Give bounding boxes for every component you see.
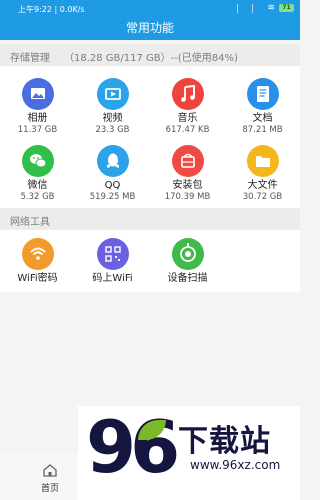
document-icon: [246, 78, 279, 110]
network-item-label: 码上WiFi: [92, 273, 133, 284]
photo-album-icon: [21, 78, 54, 110]
music-icon: [171, 78, 204, 110]
storage-item-size: 617.47 KB: [165, 125, 210, 135]
network-item-device-scan[interactable]: 设备扫描: [150, 238, 225, 285]
storage-item-videos[interactable]: 视频 23.3 GB: [75, 78, 150, 135]
signal-icon: [252, 3, 263, 13]
watermark-url: www.96xz.com: [190, 458, 281, 472]
storage-usage-summary: （18.28 GB/117 GB）--(已使用84%): [64, 53, 238, 64]
storage-item-label: QQ: [104, 180, 121, 191]
storage-grid: 相册 11.37 GB 视频 23.3 GB 音乐 617.47 KB 文档 8…: [0, 66, 300, 208]
nav-home-tab[interactable]: 首页: [30, 462, 70, 494]
wechat-icon: [21, 145, 54, 177]
storage-section-title: 存储管理: [10, 53, 50, 64]
storage-item-photos[interactable]: 相册 11.37 GB: [0, 78, 75, 135]
storage-item-label: 文档: [252, 113, 273, 124]
network-section-title: 网络工具: [10, 217, 50, 228]
status-icons: ≋ 71: [237, 3, 294, 13]
home-icon: [43, 464, 57, 477]
storage-item-music[interactable]: 音乐 617.47 KB: [150, 78, 225, 135]
storage-item-size: 23.3 GB: [95, 125, 130, 135]
network-item-wifi-password[interactable]: WiFi密码: [0, 238, 75, 285]
status-bar: 上午9:22 | 0.0K/s ≋ 71: [0, 0, 300, 18]
app-header: 上午9:22 | 0.0K/s ≋ 71 常用功能: [0, 0, 300, 40]
storage-item-qq[interactable]: QQ 519.25 MB: [75, 145, 150, 202]
storage-item-size: 170.39 MB: [164, 192, 211, 202]
network-item-label: 设备扫描: [167, 273, 208, 284]
watermark-number: 96: [86, 405, 180, 489]
storage-section-header: 存储管理 （18.28 GB/117 GB）--(已使用84%): [0, 44, 300, 66]
apk-package-icon: [171, 145, 204, 177]
storage-item-apk[interactable]: 安装包 170.39 MB: [150, 145, 225, 202]
device-scan-icon: [171, 238, 204, 270]
storage-item-size: 519.25 MB: [89, 192, 136, 202]
watermark-name: 下载站: [178, 424, 271, 459]
nav-home-label: 首页: [40, 484, 59, 494]
network-item-label: WiFi密码: [17, 273, 58, 284]
qq-icon: [96, 145, 129, 177]
wifi-status-icon: ≋: [267, 3, 275, 13]
folder-icon: [246, 145, 279, 177]
storage-item-size: 30.72 GB: [242, 192, 283, 202]
network-grid: WiFi密码 码上WiFi 设备扫描: [0, 230, 300, 292]
storage-item-label: 视频: [102, 113, 123, 124]
wifi-password-icon: [21, 238, 54, 270]
watermark-logo: 96 下载站 www.96xz.com: [78, 406, 300, 500]
video-icon: [96, 78, 129, 110]
signal-icon: [237, 3, 248, 13]
storage-item-size: 87.21 MB: [242, 125, 283, 135]
network-section-header: 网络工具: [0, 208, 300, 230]
storage-item-label: 大文件: [247, 180, 278, 191]
page-title: 常用功能: [125, 21, 174, 35]
storage-item-large-files[interactable]: 大文件 30.72 GB: [225, 145, 300, 202]
storage-item-label: 安装包: [172, 180, 203, 191]
battery-icon: 71: [279, 4, 294, 12]
storage-item-label: 音乐: [177, 113, 198, 124]
storage-item-size: 11.37 GB: [17, 125, 58, 135]
storage-item-label: 微信: [27, 180, 48, 191]
qr-code-icon: [96, 238, 129, 270]
storage-item-size: 5.32 GB: [20, 192, 55, 202]
status-time-speed: 上午9:22 | 0.0K/s: [18, 5, 85, 14]
storage-item-label: 相册: [27, 113, 48, 124]
storage-item-documents[interactable]: 文档 87.21 MB: [225, 78, 300, 135]
network-item-qr-wifi[interactable]: 码上WiFi: [75, 238, 150, 285]
storage-item-wechat[interactable]: 微信 5.32 GB: [0, 145, 75, 202]
